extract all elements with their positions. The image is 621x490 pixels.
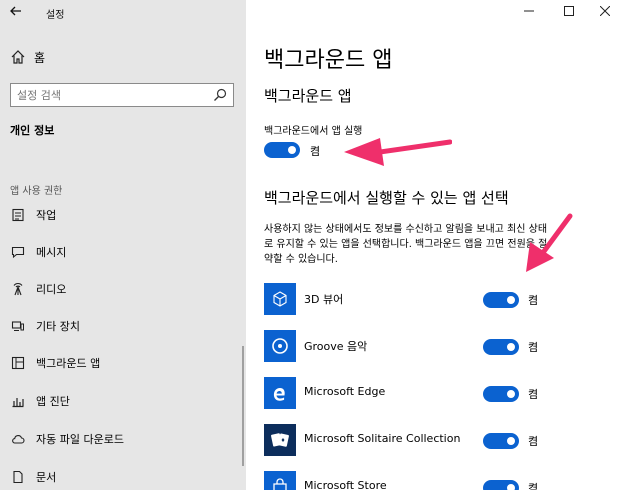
sidebar-item-label: 백그라운드 앱 <box>36 357 101 370</box>
sidebar-scrollbar[interactable] <box>242 346 244 466</box>
title-bar: 설정 <box>0 0 246 26</box>
app-icon-tile <box>264 471 296 490</box>
app-toggle[interactable] <box>483 386 519 402</box>
app-name: Groove 음악 <box>304 340 368 353</box>
task-icon <box>12 208 24 222</box>
sidebar-item-other-devices[interactable]: 기타 장치 <box>10 315 80 337</box>
sidebar-item-label: 자동 파일 다운로드 <box>36 433 124 446</box>
radio-icon <box>13 283 23 296</box>
sidebar-item-radio[interactable]: 리디오 <box>10 278 66 300</box>
diagnostics-icon <box>12 398 24 408</box>
device-icon <box>11 321 24 331</box>
sidebar: 설정 홈 개인 정보 앱 사용 권한 작업 메시지 리디오 기타 장치 백그라운… <box>0 0 246 490</box>
app-toggle[interactable] <box>483 480 519 490</box>
close-icon <box>600 6 610 16</box>
app-toggle[interactable] <box>483 433 519 449</box>
sidebar-item-auto-download[interactable]: 자동 파일 다운로드 <box>10 428 124 450</box>
app-toggle[interactable] <box>483 339 519 355</box>
cards-icon <box>271 433 289 447</box>
app-icon-tile <box>264 283 296 315</box>
home-link[interactable]: 홈 <box>10 47 45 67</box>
close-button[interactable] <box>598 4 612 18</box>
document-icon <box>13 470 23 484</box>
app-icon-tile <box>264 424 296 456</box>
sidebar-item-label: 기타 장치 <box>36 320 80 333</box>
sidebar-item-label: 작업 <box>36 209 57 222</box>
section-heading-choose-apps: 백그라운드에서 실행할 수 있는 앱 선택 <box>264 189 509 207</box>
app-row-microsoft-store: Microsoft Store 켬 <box>264 471 554 490</box>
edge-icon <box>273 388 285 401</box>
back-button[interactable] <box>9 4 23 20</box>
app-name: Microsoft Store <box>304 479 387 490</box>
section-title: 개인 정보 <box>10 124 55 137</box>
app-row-microsoft-solitaire: Microsoft Solitaire Collection 켬 <box>264 424 554 458</box>
app-row-microsoft-edge: Microsoft Edge 켬 <box>264 377 554 411</box>
sidebar-item-background-apps[interactable]: 백그라운드 앱 <box>10 352 100 374</box>
page-title: 백그라운드 앱 <box>264 48 393 73</box>
app-name: Microsoft Solitaire Collection <box>304 432 461 445</box>
music-disc-icon <box>272 338 288 354</box>
app-toggle-state: 켬 <box>528 294 539 307</box>
background-app-icon <box>11 356 25 370</box>
app-icon-tile <box>264 330 296 362</box>
cloud-icon <box>12 435 25 444</box>
section-heading-background-apps: 백그라운드 앱 <box>264 87 352 105</box>
sidebar-item-label: 메시지 <box>36 246 67 259</box>
search-box <box>10 83 234 107</box>
home-label: 홈 <box>34 50 46 65</box>
sidebar-item-label: 앱 진단 <box>36 395 70 408</box>
sidebar-item-app-diagnostics[interactable]: 앱 진단 <box>10 390 70 412</box>
window-title: 설정 <box>46 10 65 21</box>
annotation-arrow-left <box>344 138 452 166</box>
sidebar-item-documents[interactable]: 문서 <box>10 466 56 488</box>
app-name: Microsoft Edge <box>304 385 386 398</box>
search-icon[interactable] <box>213 88 227 102</box>
run-in-background-state: 켬 <box>310 145 321 158</box>
sidebar-item-tasks[interactable]: 작업 <box>10 204 56 226</box>
app-toggle-state: 켬 <box>528 341 539 354</box>
search-input[interactable] <box>17 87 207 103</box>
app-name: 3D 뷰어 <box>304 293 344 306</box>
app-toggle-state: 켬 <box>528 482 539 490</box>
sidebar-item-messages[interactable]: 메시지 <box>10 241 66 263</box>
app-icon-tile <box>264 377 296 409</box>
message-icon <box>11 246 25 259</box>
store-bag-icon <box>273 478 287 490</box>
app-row-groove-music: Groove 음악 켬 <box>264 330 554 364</box>
app-row-3d-viewer: 3D 뷰어 켬 <box>264 283 554 317</box>
app-toggle-state: 켬 <box>528 388 539 401</box>
minimize-icon <box>524 10 534 12</box>
app-toggle[interactable] <box>483 292 519 308</box>
run-in-background-toggle[interactable] <box>264 142 300 158</box>
sidebar-item-label: 리디오 <box>36 283 67 296</box>
sidebar-item-label: 문서 <box>36 471 57 484</box>
annotation-arrow-down <box>526 213 573 272</box>
permissions-title: 앱 사용 권한 <box>10 186 63 197</box>
minimize-button[interactable] <box>522 4 536 18</box>
app-toggle-state: 켬 <box>528 435 539 448</box>
cube-icon <box>273 291 287 307</box>
maximize-button[interactable] <box>562 4 576 18</box>
maximize-icon <box>564 6 574 16</box>
back-arrow-icon <box>10 6 21 16</box>
home-icon <box>11 50 25 64</box>
